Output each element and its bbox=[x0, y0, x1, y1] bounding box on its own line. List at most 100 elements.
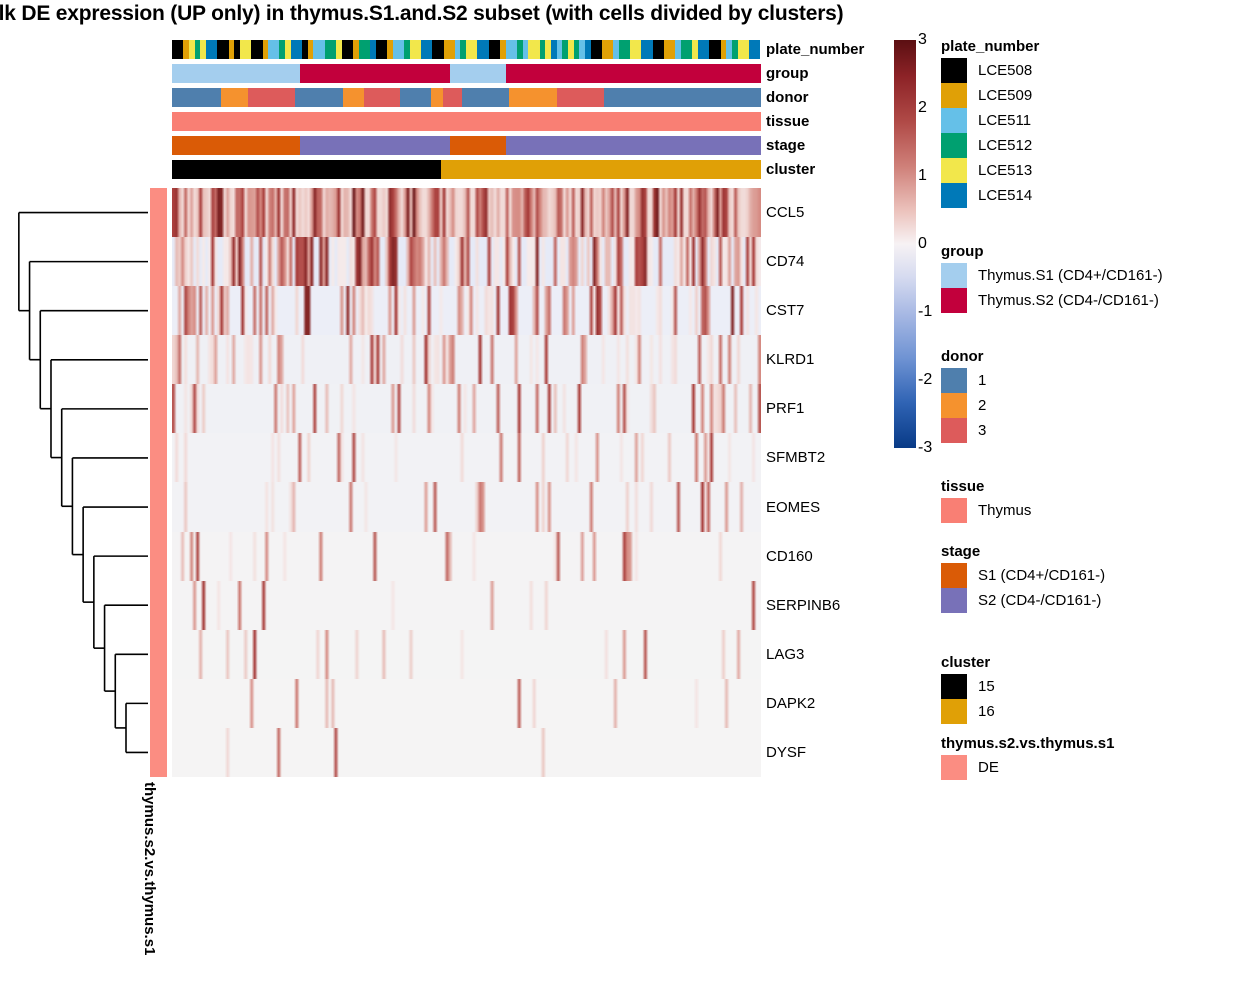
legend-item[interactable]: Thymus.S1 (CD4+/CD161-) bbox=[941, 263, 1163, 288]
heatmap-row bbox=[172, 482, 761, 532]
heatmap-row bbox=[172, 188, 761, 238]
heatmap-row-label: SERPINB6 bbox=[766, 596, 841, 614]
legend-title: donor bbox=[941, 348, 984, 365]
track-segment bbox=[172, 88, 221, 107]
heatmap-row-label: CD160 bbox=[766, 547, 813, 565]
legend-label: S2 (CD4-/CD161-) bbox=[978, 592, 1102, 609]
heatmap-row-cells bbox=[172, 678, 761, 728]
legend-item[interactable]: 16 bbox=[941, 699, 995, 724]
legend-swatch bbox=[941, 58, 967, 83]
legend-item[interactable]: LCE509 bbox=[941, 83, 1039, 108]
colorbar-tick: -3 bbox=[918, 439, 933, 456]
legend-label: S1 (CD4+/CD161-) bbox=[978, 567, 1106, 584]
heatmap-row bbox=[172, 433, 761, 483]
track-segment bbox=[557, 88, 605, 107]
track-segment bbox=[461, 88, 510, 107]
legend-item[interactable]: 15 bbox=[941, 674, 995, 699]
legend-swatch bbox=[941, 158, 967, 183]
track-segment bbox=[509, 88, 558, 107]
track-segment bbox=[172, 160, 441, 179]
legend-swatch bbox=[941, 699, 967, 724]
annotation-track-group bbox=[172, 64, 761, 83]
annotation-track-label-stage: stage bbox=[766, 137, 806, 154]
annotation-track-stage bbox=[172, 136, 761, 155]
legend-plate_number: plate_number LCE508 LCE509 LCE511 LCE512 LCE5… bbox=[941, 38, 1039, 208]
row-annotation-label: thymus.s2.vs.thymus.s1 bbox=[141, 782, 158, 956]
legend-swatch bbox=[941, 108, 967, 133]
legend-stage: stage S1 (CD4+/CD161-) S2 (CD4-/CD161-) bbox=[941, 543, 1105, 613]
legend-swatch bbox=[941, 588, 967, 613]
track-segment bbox=[295, 88, 344, 107]
heatmap-row bbox=[172, 531, 761, 581]
heatmap-row-cells bbox=[172, 580, 761, 630]
heatmap-row-cells bbox=[172, 629, 761, 679]
heatmap-row-cells bbox=[172, 335, 761, 385]
track-segment bbox=[440, 160, 761, 179]
legend-item[interactable]: 3 bbox=[941, 418, 986, 443]
track-segment bbox=[343, 88, 364, 107]
heatmap-row-label: EOMES bbox=[766, 498, 821, 516]
legend-swatch bbox=[941, 288, 967, 313]
annotation-track-label-group: group bbox=[766, 65, 809, 82]
legend-label: 3 bbox=[978, 422, 987, 439]
legend-label: LCE512 bbox=[978, 137, 1033, 154]
legend-item[interactable]: Thymus bbox=[941, 498, 1031, 523]
legend-swatch bbox=[941, 133, 967, 158]
legend-label: 2 bbox=[978, 397, 987, 414]
heatmap-row bbox=[172, 629, 761, 679]
heatmap-row-cells bbox=[172, 237, 761, 287]
heatmap-row bbox=[172, 678, 761, 728]
legend-swatch bbox=[941, 83, 967, 108]
annotation-track-label-cluster: cluster bbox=[766, 161, 816, 178]
legend-swatch bbox=[941, 368, 967, 393]
expression-colorbar-gradient bbox=[894, 40, 916, 448]
heatmap-row-label: CD74 bbox=[766, 253, 805, 271]
legend-item[interactable]: 2 bbox=[941, 393, 986, 418]
legend-item[interactable]: LCE514 bbox=[941, 183, 1039, 208]
legend-label: DE bbox=[978, 759, 999, 776]
heatmap-row-cells bbox=[172, 188, 761, 238]
legend-swatch bbox=[941, 755, 967, 780]
track-segment bbox=[430, 88, 443, 107]
heatmap-row-cells bbox=[172, 482, 761, 532]
legend-item[interactable]: LCE513 bbox=[941, 158, 1039, 183]
heatmap-row bbox=[172, 384, 761, 434]
legend-item[interactable]: S1 (CD4+/CD161-) bbox=[941, 563, 1105, 588]
legend-swatch bbox=[941, 418, 967, 443]
page-title: ulk DE expression (UP only) in thymus.S1… bbox=[0, 2, 844, 25]
legend-label: 16 bbox=[978, 703, 995, 720]
heatmap-row-label: PRF1 bbox=[766, 400, 805, 418]
legend-item[interactable]: DE bbox=[941, 755, 1114, 780]
legend-item[interactable]: LCE511 bbox=[941, 108, 1039, 133]
track-segment bbox=[220, 88, 248, 107]
legend-swatch bbox=[941, 563, 967, 588]
legend-item[interactable]: S2 (CD4-/CD161-) bbox=[941, 588, 1105, 613]
colorbar-tick: 3 bbox=[918, 31, 927, 48]
track-segment bbox=[442, 88, 462, 107]
legend-label: LCE513 bbox=[978, 162, 1033, 179]
legend-item[interactable]: 1 bbox=[941, 368, 986, 393]
legend-label: LCE511 bbox=[978, 112, 1032, 129]
legend-item[interactable]: LCE512 bbox=[941, 133, 1039, 158]
legend-item[interactable]: LCE508 bbox=[941, 58, 1039, 83]
legend-item[interactable]: Thymus.S2 (CD4-/CD161-) bbox=[941, 288, 1163, 313]
legend-label: LCE514 bbox=[978, 187, 1033, 204]
heatmap-row-label: DYSF bbox=[766, 743, 807, 761]
legend-swatch bbox=[941, 183, 967, 208]
track-segment bbox=[363, 88, 400, 107]
heatmap-body bbox=[172, 188, 761, 777]
track-segment bbox=[172, 64, 301, 83]
legend-label: Thymus bbox=[978, 502, 1032, 519]
annotation-track-label-tissue: tissue bbox=[766, 113, 810, 130]
legend-label: Thymus.S2 (CD4-/CD161-) bbox=[978, 292, 1159, 309]
heatmap-row-cells bbox=[172, 727, 761, 777]
heatmap-row-label: CST7 bbox=[766, 302, 805, 320]
heatmap-row bbox=[172, 580, 761, 630]
legend-title: tissue bbox=[941, 478, 985, 495]
track-segment bbox=[399, 88, 431, 107]
legend-title: plate_number bbox=[941, 38, 1040, 55]
legend-thymus.s2.vs.thymus.s1: thymus.s2.vs.thymus.s1 DE bbox=[941, 735, 1114, 780]
colorbar-tick: -2 bbox=[918, 371, 933, 388]
heatmap-row-label: LAG3 bbox=[766, 645, 805, 663]
colorbar-container: 3 2 1 0 -1 -2 -3 bbox=[894, 31, 932, 456]
